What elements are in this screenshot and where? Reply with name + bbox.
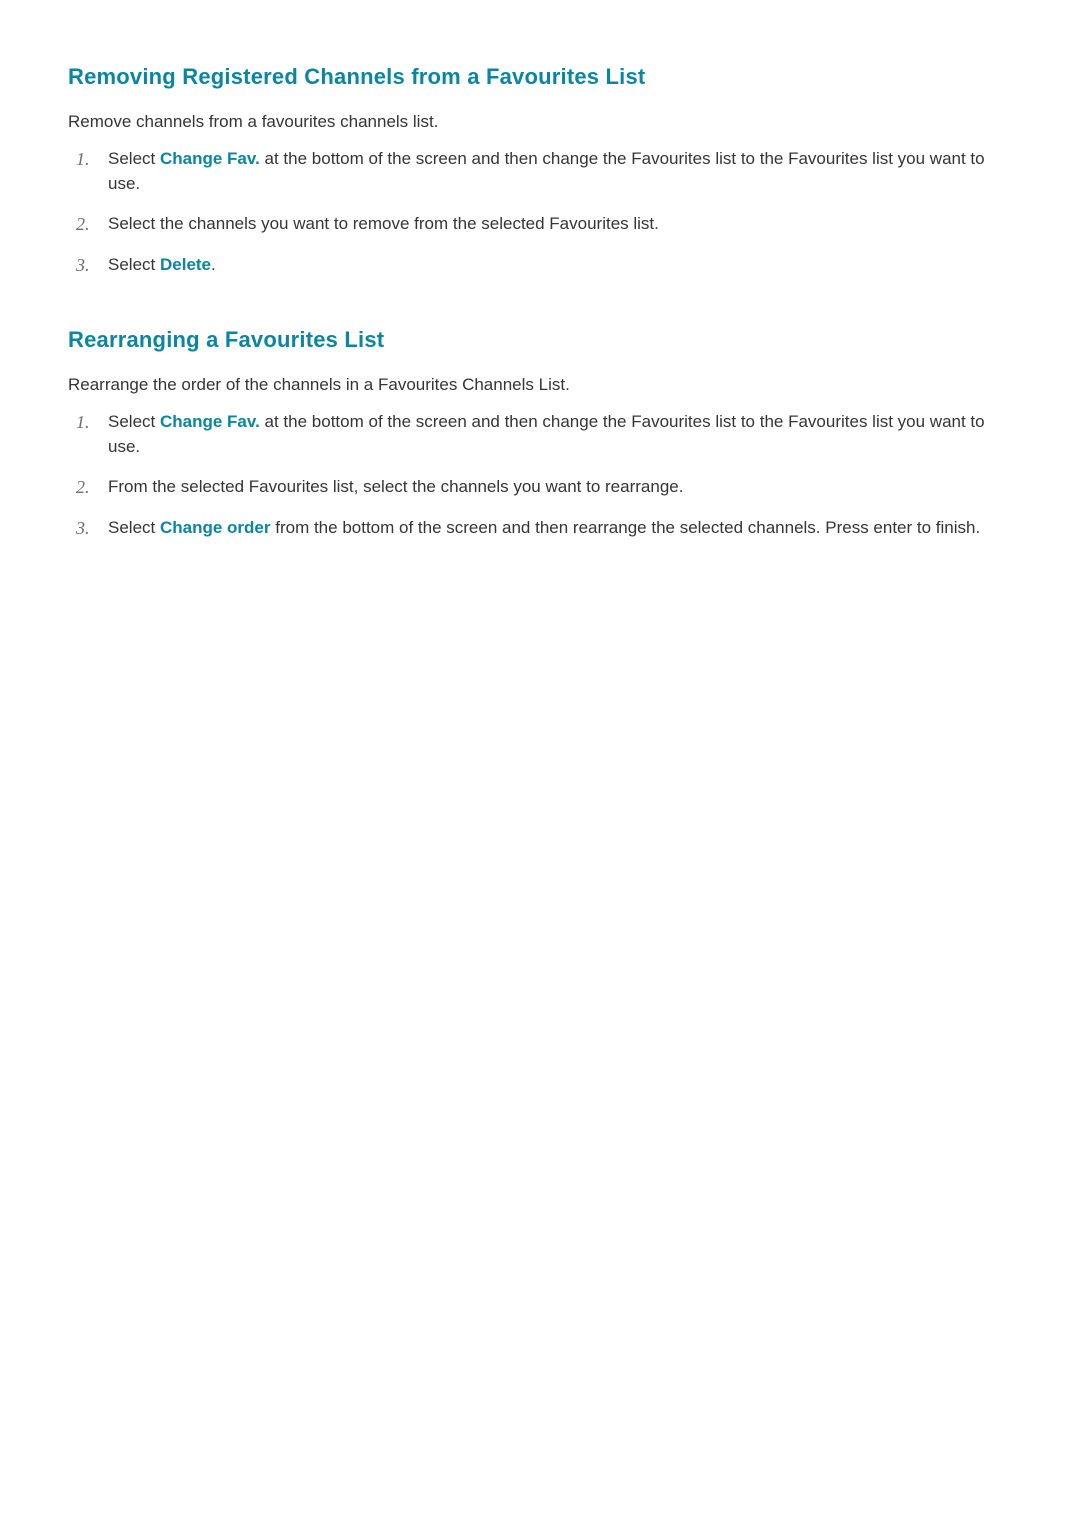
step-number: 1. xyxy=(76,146,108,173)
section: Removing Registered Channels from a Favo… xyxy=(68,64,1012,279)
step-text: Select the channels you want to remove f… xyxy=(108,211,1012,237)
text-fragment: from the bottom of the screen and then r… xyxy=(271,518,981,537)
text-fragment: Select xyxy=(108,412,160,431)
text-fragment: From the selected Favourites list, selec… xyxy=(108,477,683,496)
section-intro: Remove channels from a favourites channe… xyxy=(68,110,1012,134)
step-item: 1.Select Change Fav. at the bottom of th… xyxy=(76,409,1012,460)
step-text: Select Delete. xyxy=(108,252,1012,278)
steps-list: 1.Select Change Fav. at the bottom of th… xyxy=(68,409,1012,542)
step-number: 2. xyxy=(76,211,108,238)
text-fragment: Select the channels you want to remove f… xyxy=(108,214,659,233)
step-text: From the selected Favourites list, selec… xyxy=(108,474,1012,500)
step-number: 3. xyxy=(76,252,108,279)
step-item: 3.Select Delete. xyxy=(76,252,1012,279)
section: Rearranging a Favourites List Rearrange t… xyxy=(68,327,1012,542)
steps-list: 1.Select Change Fav. at the bottom of th… xyxy=(68,146,1012,279)
ui-label: Delete xyxy=(160,255,211,274)
text-fragment: Select xyxy=(108,255,160,274)
step-item: 1.Select Change Fav. at the bottom of th… xyxy=(76,146,1012,197)
text-fragment: . xyxy=(211,255,216,274)
ui-label: Change Fav. xyxy=(160,149,260,168)
step-item: 2.Select the channels you want to remove… xyxy=(76,211,1012,238)
ui-label: Change order xyxy=(160,518,271,537)
step-item: 2.From the selected Favourites list, sel… xyxy=(76,474,1012,501)
section-title: Rearranging a Favourites List xyxy=(68,327,1012,353)
document-content: Removing Registered Channels from a Favo… xyxy=(68,64,1012,542)
text-fragment: Select xyxy=(108,149,160,168)
text-fragment: Select xyxy=(108,518,160,537)
step-text: Select Change Fav. at the bottom of the … xyxy=(108,146,1012,197)
section-intro: Rearrange the order of the channels in a… xyxy=(68,373,1012,397)
step-number: 2. xyxy=(76,474,108,501)
section-title: Removing Registered Channels from a Favo… xyxy=(68,64,1012,90)
step-number: 3. xyxy=(76,515,108,542)
step-number: 1. xyxy=(76,409,108,436)
step-text: Select Change Fav. at the bottom of the … xyxy=(108,409,1012,460)
ui-label: Change Fav. xyxy=(160,412,260,431)
step-text: Select Change order from the bottom of t… xyxy=(108,515,1012,541)
step-item: 3.Select Change order from the bottom of… xyxy=(76,515,1012,542)
